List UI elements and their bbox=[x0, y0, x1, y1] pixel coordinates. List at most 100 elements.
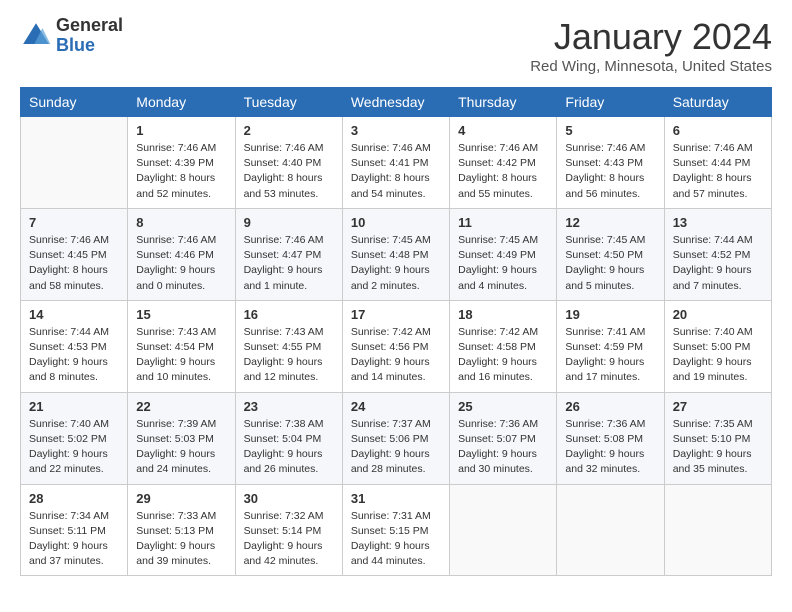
day-info: Sunrise: 7:46 AM Sunset: 4:41 PM Dayligh… bbox=[351, 141, 441, 202]
calendar-week-row: 1Sunrise: 7:46 AM Sunset: 4:39 PM Daylig… bbox=[21, 117, 772, 209]
day-number: 14 bbox=[29, 307, 119, 322]
calendar-cell: 12 Sunrise: 7:45 AM Sunset: 4:50 PM Dayli… bbox=[557, 208, 664, 300]
title-area: January 2024 Red Wing, Minnesota, United… bbox=[530, 16, 772, 75]
day-number: 5 bbox=[565, 123, 655, 138]
day-info: Sunrise: 7:45 AM Sunset: 4:50 PM Dayligh… bbox=[565, 233, 655, 294]
calendar-cell: 6Sunrise: 7:46 AM Sunset: 4:44 PM Daylig… bbox=[664, 117, 771, 209]
day-info: Sunrise: 7:33 AM Sunset: 5:13 PM Dayligh… bbox=[136, 509, 226, 570]
day-info: Sunrise: 7:45 AM Sunset: 4:49 PM Dayligh… bbox=[458, 233, 548, 294]
day-info: Sunrise: 7:46 AM Sunset: 4:46 PM Dayligh… bbox=[136, 233, 226, 294]
weekday-header: Sunday bbox=[21, 88, 128, 117]
calendar-week-row: 14 Sunrise: 7:44 AM Sunset: 4:53 PM Dayli… bbox=[21, 300, 772, 392]
day-info: Sunrise: 7:31 AM Sunset: 5:15 PM Dayligh… bbox=[351, 509, 441, 570]
page-header: General Blue January 2024 Red Wing, Minn… bbox=[20, 16, 772, 75]
day-info: Sunrise: 7:36 AM Sunset: 5:08 PM Dayligh… bbox=[565, 417, 655, 478]
day-info: Sunrise: 7:38 AM Sunset: 5:04 PM Dayligh… bbox=[244, 417, 334, 478]
calendar-cell: 15 Sunrise: 7:43 AM Sunset: 4:54 PM Dayli… bbox=[128, 300, 235, 392]
month-title: January 2024 bbox=[530, 16, 772, 58]
day-info: Sunrise: 7:35 AM Sunset: 5:10 PM Dayligh… bbox=[673, 417, 763, 478]
calendar-cell: 31Sunrise: 7:31 AM Sunset: 5:15 PM Dayli… bbox=[342, 484, 449, 576]
calendar-cell: 19 Sunrise: 7:41 AM Sunset: 4:59 PM Dayli… bbox=[557, 300, 664, 392]
weekday-header: Monday bbox=[128, 88, 235, 117]
day-number: 15 bbox=[136, 307, 226, 322]
calendar-cell: 25 Sunrise: 7:36 AM Sunset: 5:07 PM Dayli… bbox=[450, 392, 557, 484]
calendar-week-row: 7 Sunrise: 7:46 AM Sunset: 4:45 PM Daylig… bbox=[21, 208, 772, 300]
calendar-cell: 7 Sunrise: 7:46 AM Sunset: 4:45 PM Daylig… bbox=[21, 208, 128, 300]
calendar-cell: 22Sunrise: 7:39 AM Sunset: 5:03 PM Dayli… bbox=[128, 392, 235, 484]
weekday-header: Saturday bbox=[664, 88, 771, 117]
calendar-cell: 10 Sunrise: 7:45 AM Sunset: 4:48 PM Dayli… bbox=[342, 208, 449, 300]
location: Red Wing, Minnesota, United States bbox=[530, 58, 772, 75]
calendar-cell: 3 Sunrise: 7:46 AM Sunset: 4:41 PM Daylig… bbox=[342, 117, 449, 209]
logo-text: General Blue bbox=[56, 16, 123, 56]
calendar-cell: 2Sunrise: 7:46 AM Sunset: 4:40 PM Daylig… bbox=[235, 117, 342, 209]
calendar-cell: 26 Sunrise: 7:36 AM Sunset: 5:08 PM Dayli… bbox=[557, 392, 664, 484]
day-number: 13 bbox=[673, 215, 763, 230]
day-info: Sunrise: 7:46 AM Sunset: 4:44 PM Dayligh… bbox=[673, 141, 763, 202]
day-number: 20 bbox=[673, 307, 763, 322]
calendar-cell: 11 Sunrise: 7:45 AM Sunset: 4:49 PM Dayli… bbox=[450, 208, 557, 300]
day-info: Sunrise: 7:40 AM Sunset: 5:02 PM Dayligh… bbox=[29, 417, 119, 478]
calendar-cell: 27 Sunrise: 7:35 AM Sunset: 5:10 PM Dayli… bbox=[664, 392, 771, 484]
calendar-cell bbox=[21, 117, 128, 209]
day-info: Sunrise: 7:42 AM Sunset: 4:58 PM Dayligh… bbox=[458, 325, 548, 386]
day-number: 23 bbox=[244, 399, 334, 414]
calendar-cell: 4Sunrise: 7:46 AM Sunset: 4:42 PM Daylig… bbox=[450, 117, 557, 209]
day-info: Sunrise: 7:45 AM Sunset: 4:48 PM Dayligh… bbox=[351, 233, 441, 294]
weekday-header: Friday bbox=[557, 88, 664, 117]
day-info: Sunrise: 7:46 AM Sunset: 4:45 PM Dayligh… bbox=[29, 233, 119, 294]
logo-general: General bbox=[56, 16, 123, 36]
calendar-cell bbox=[664, 484, 771, 576]
calendar-cell: 29 Sunrise: 7:33 AM Sunset: 5:13 PM Dayli… bbox=[128, 484, 235, 576]
day-number: 12 bbox=[565, 215, 655, 230]
day-number: 24 bbox=[351, 399, 441, 414]
day-number: 8 bbox=[136, 215, 226, 230]
logo-icon bbox=[20, 20, 52, 52]
day-info: Sunrise: 7:44 AM Sunset: 4:53 PM Dayligh… bbox=[29, 325, 119, 386]
day-info: Sunrise: 7:46 AM Sunset: 4:47 PM Dayligh… bbox=[244, 233, 334, 294]
day-info: Sunrise: 7:43 AM Sunset: 4:54 PM Dayligh… bbox=[136, 325, 226, 386]
day-info: Sunrise: 7:44 AM Sunset: 4:52 PM Dayligh… bbox=[673, 233, 763, 294]
logo: General Blue bbox=[20, 16, 123, 56]
day-number: 16 bbox=[244, 307, 334, 322]
day-info: Sunrise: 7:37 AM Sunset: 5:06 PM Dayligh… bbox=[351, 417, 441, 478]
day-number: 3 bbox=[351, 123, 441, 138]
day-number: 2 bbox=[244, 123, 334, 138]
day-info: Sunrise: 7:41 AM Sunset: 4:59 PM Dayligh… bbox=[565, 325, 655, 386]
calendar-cell: 16 Sunrise: 7:43 AM Sunset: 4:55 PM Dayli… bbox=[235, 300, 342, 392]
day-number: 29 bbox=[136, 491, 226, 506]
calendar-cell: 28 Sunrise: 7:34 AM Sunset: 5:11 PM Dayli… bbox=[21, 484, 128, 576]
calendar-cell: 24 Sunrise: 7:37 AM Sunset: 5:06 PM Dayli… bbox=[342, 392, 449, 484]
day-info: Sunrise: 7:34 AM Sunset: 5:11 PM Dayligh… bbox=[29, 509, 119, 570]
day-number: 26 bbox=[565, 399, 655, 414]
weekday-header: Wednesday bbox=[342, 88, 449, 117]
day-info: Sunrise: 7:43 AM Sunset: 4:55 PM Dayligh… bbox=[244, 325, 334, 386]
day-number: 22 bbox=[136, 399, 226, 414]
calendar-cell: 21 Sunrise: 7:40 AM Sunset: 5:02 PM Dayli… bbox=[21, 392, 128, 484]
calendar-cell: 23 Sunrise: 7:38 AM Sunset: 5:04 PM Dayli… bbox=[235, 392, 342, 484]
day-number: 25 bbox=[458, 399, 548, 414]
day-number: 7 bbox=[29, 215, 119, 230]
weekday-header: Tuesday bbox=[235, 88, 342, 117]
logo-blue: Blue bbox=[56, 36, 123, 56]
calendar-week-row: 28 Sunrise: 7:34 AM Sunset: 5:11 PM Dayli… bbox=[21, 484, 772, 576]
calendar-week-row: 21 Sunrise: 7:40 AM Sunset: 5:02 PM Dayli… bbox=[21, 392, 772, 484]
day-number: 10 bbox=[351, 215, 441, 230]
day-info: Sunrise: 7:40 AM Sunset: 5:00 PM Dayligh… bbox=[673, 325, 763, 386]
day-number: 21 bbox=[29, 399, 119, 414]
day-info: Sunrise: 7:36 AM Sunset: 5:07 PM Dayligh… bbox=[458, 417, 548, 478]
day-number: 28 bbox=[29, 491, 119, 506]
calendar-cell: 14 Sunrise: 7:44 AM Sunset: 4:53 PM Dayli… bbox=[21, 300, 128, 392]
day-info: Sunrise: 7:46 AM Sunset: 4:39 PM Dayligh… bbox=[136, 141, 226, 202]
day-number: 11 bbox=[458, 215, 548, 230]
day-number: 27 bbox=[673, 399, 763, 414]
calendar-cell: 13 Sunrise: 7:44 AM Sunset: 4:52 PM Dayli… bbox=[664, 208, 771, 300]
calendar-cell: 18 Sunrise: 7:42 AM Sunset: 4:58 PM Dayli… bbox=[450, 300, 557, 392]
day-info: Sunrise: 7:42 AM Sunset: 4:56 PM Dayligh… bbox=[351, 325, 441, 386]
calendar-cell: 30Sunrise: 7:32 AM Sunset: 5:14 PM Dayli… bbox=[235, 484, 342, 576]
calendar-cell: 1Sunrise: 7:46 AM Sunset: 4:39 PM Daylig… bbox=[128, 117, 235, 209]
day-number: 18 bbox=[458, 307, 548, 322]
calendar-table: SundayMondayTuesdayWednesdayThursdayFrid… bbox=[20, 87, 772, 576]
day-number: 9 bbox=[244, 215, 334, 230]
day-number: 19 bbox=[565, 307, 655, 322]
